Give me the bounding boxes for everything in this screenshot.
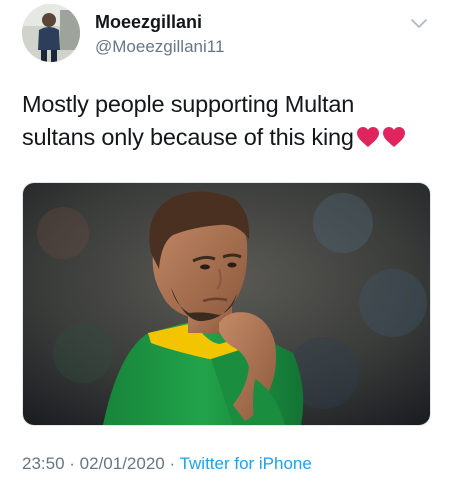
cricketer-photo [23, 183, 430, 425]
tweet-source-link[interactable]: Twitter for iPhone [180, 454, 312, 473]
tweet-header: Moeezgillani @Moeezgillani11 [22, 4, 432, 64]
avatar-photo [22, 4, 80, 62]
red-heart-icon [356, 127, 379, 147]
display-name[interactable]: Moeezgillani [95, 12, 202, 33]
avatar[interactable] [22, 4, 80, 62]
emoji-group [354, 124, 406, 157]
tweet-date[interactable]: 02/01/2020 [80, 454, 165, 473]
tweet-card: Moeezgillani @Moeezgillani11 Mostly peop… [0, 0, 450, 483]
tweet-photo[interactable] [22, 182, 431, 426]
separator-dot: · [164, 454, 180, 473]
tweet-text: Mostly people supporting Multan sultans … [22, 88, 432, 157]
chevron-down-icon[interactable] [410, 18, 428, 30]
tweet-footer: 23:50 · 02/01/2020 · Twitter for iPhone [22, 454, 312, 474]
red-heart-icon [382, 127, 405, 147]
tweet-text-line: sultans only because of this king [22, 121, 432, 157]
user-handle[interactable]: @Moeezgillani11 [95, 37, 224, 57]
tweet-time[interactable]: 23:50 [22, 454, 65, 473]
tweet-text-segment: sultans only because of this king [22, 124, 354, 150]
separator-dot: · [64, 454, 80, 473]
tweet-text-line: Mostly people supporting Multan [22, 91, 355, 117]
